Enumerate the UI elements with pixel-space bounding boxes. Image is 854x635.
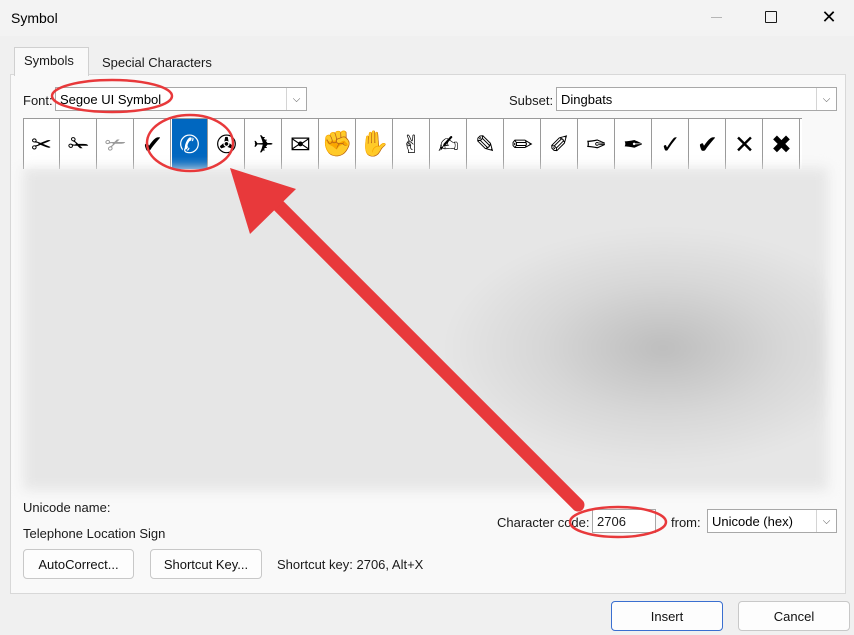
symbol-cell-pencil[interactable]: ✎ xyxy=(468,119,504,169)
insert-button[interactable]: Insert xyxy=(611,601,723,631)
title-bar: Symbol ✕ xyxy=(0,0,854,36)
symbol-cell-black-nib[interactable]: ✒ xyxy=(616,119,652,169)
close-button[interactable]: ✕ xyxy=(806,0,852,34)
tab-special-characters-label: Special Characters xyxy=(102,55,212,70)
symbol-cell-victory-hand[interactable]: ✌ xyxy=(394,119,430,169)
blurred-symbol-area xyxy=(23,168,828,490)
symbol-cell-white-nib[interactable]: ✑ xyxy=(579,119,615,169)
subset-select[interactable]: Dingbats ⌵ xyxy=(556,87,837,111)
font-label: Font: xyxy=(23,93,53,108)
symbol-grid: ✂ ✁ ✃ ✔ ✆ ✇ ✈ ✉ ✊ ✋ ✌ ✍ ✎ ✏ ✐ ✑ ✒ ✓ ✔ ✕ ✖ xyxy=(23,118,802,169)
window-title: Symbol xyxy=(11,10,58,26)
symbol-cell-upper-blade-scissors[interactable]: ✁ xyxy=(61,119,97,169)
character-code-label: Character code: xyxy=(497,515,590,530)
symbol-cell-multiplication-x[interactable]: ✕ xyxy=(727,119,763,169)
symbol-cell-telephone-location-sign[interactable]: ✆ xyxy=(172,119,208,169)
autocorrect-button[interactable]: AutoCorrect... xyxy=(23,549,134,579)
symbol-cell-heavy-multiplication-x[interactable]: ✖ xyxy=(764,119,800,169)
symbol-cell-envelope[interactable]: ✉ xyxy=(283,119,319,169)
symbol-cell-black-scissors[interactable]: ✂ xyxy=(24,119,60,169)
maximize-button[interactable] xyxy=(748,0,794,34)
minimize-icon xyxy=(710,16,722,18)
font-select[interactable]: Segoe UI Symbol ⌵ xyxy=(55,87,307,111)
tab-symbols[interactable]: Symbols xyxy=(14,47,89,76)
symbol-cell-raised-hand[interactable]: ✋ xyxy=(357,119,393,169)
tab-symbols-label: Symbols xyxy=(24,53,74,68)
from-label: from: xyxy=(671,515,701,530)
from-value: Unicode (hex) xyxy=(712,514,793,529)
maximize-icon xyxy=(765,11,777,23)
symbol-cell-raised-fist[interactable]: ✊ xyxy=(320,119,356,169)
symbol-cell-pencil-horizontal[interactable]: ✏ xyxy=(505,119,541,169)
symbol-cell-check-mark[interactable]: ✓ xyxy=(653,119,689,169)
font-value: Segoe UI Symbol xyxy=(60,92,162,107)
symbol-cell-check-outline[interactable]: ✔ xyxy=(135,119,171,169)
cancel-button[interactable]: Cancel xyxy=(738,601,850,631)
chevron-down-icon[interactable]: ⌵ xyxy=(286,88,306,110)
unicode-name-value: Telephone Location Sign xyxy=(23,526,166,541)
shortcut-key-info: Shortcut key: 2706, Alt+X xyxy=(277,557,424,572)
symbol-cell-writing-hand[interactable]: ✍ xyxy=(431,119,467,169)
unicode-name-label: Unicode name: xyxy=(23,500,111,515)
subset-label: Subset: xyxy=(509,93,554,108)
subset-value: Dingbats xyxy=(561,92,613,107)
symbol-cell-airplane[interactable]: ✈ xyxy=(246,119,282,169)
symbol-cell-lower-blade-scissors[interactable]: ✃ xyxy=(98,119,134,169)
tab-special-characters[interactable]: Special Characters xyxy=(91,52,223,76)
symbol-cell-tape-drive[interactable]: ✇ xyxy=(209,119,245,169)
minimize-button[interactable] xyxy=(693,0,739,34)
chevron-down-icon[interactable]: ⌵ xyxy=(816,88,836,110)
from-select[interactable]: Unicode (hex) ⌵ xyxy=(707,509,837,533)
symbol-cell-heavy-check-mark[interactable]: ✔ xyxy=(690,119,726,169)
chevron-down-icon[interactable]: ⌵ xyxy=(816,510,836,532)
symbol-cell-pencil-upper-right[interactable]: ✐ xyxy=(542,119,578,169)
shortcut-key-button[interactable]: Shortcut Key... xyxy=(150,549,262,579)
close-icon: ✕ xyxy=(821,7,837,27)
character-code-input[interactable]: 2706 xyxy=(592,509,656,533)
